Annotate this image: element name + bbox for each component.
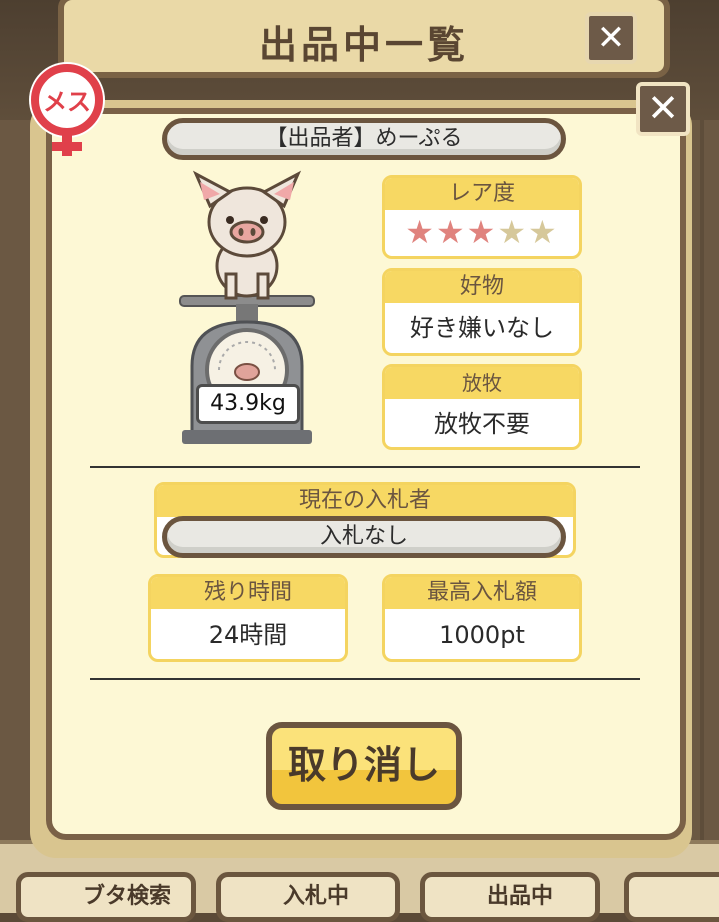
nav-listing-button[interactable]: 出品中 (420, 872, 600, 922)
highest-bid-label: 最高入札額 (385, 577, 579, 609)
gender-badge-label: メス (43, 88, 91, 116)
star-empty-icon: ★ (497, 213, 529, 251)
nav-recycle-button[interactable] (624, 872, 719, 922)
section-divider (90, 466, 640, 468)
remaining-time-label: 残り時間 (151, 577, 345, 609)
rarity-stars: ★★★★★ (385, 210, 579, 254)
screen-title: 出品中一覧 (258, 23, 469, 67)
cancel-listing-button[interactable]: 取り消し (266, 722, 462, 810)
favorite-food-label: 好物 (385, 271, 579, 303)
grazing-card: 放牧 放牧不要 (382, 364, 582, 450)
current-bidder-label: 現在の入札者 (157, 485, 573, 517)
favorite-food-card: 好物 好き嫌いなし (382, 268, 582, 356)
nav-bidding-label: 入札中 (283, 884, 350, 909)
pig-weight-readout: 43.9kg (196, 384, 300, 424)
star-empty-icon: ★ (528, 213, 559, 251)
nav-listing-label: 出品中 (487, 884, 554, 909)
screen-close-icon[interactable]: ✕ (585, 12, 637, 64)
current-bidder-value: 入札なし (162, 516, 566, 558)
section-divider (90, 678, 640, 680)
favorite-food-value: 好き嫌いなし (410, 314, 554, 342)
nav-bidding-button[interactable]: 入札中 (216, 872, 400, 922)
screen-title-bar: 出品中一覧 (58, 0, 670, 78)
rarity-label: レア度 (385, 178, 579, 210)
nav-search-label: ブタ検索 (83, 884, 172, 909)
nav-search-button[interactable]: ブタ検索 (16, 872, 196, 922)
rarity-card: レア度 ★★★★★ (382, 175, 582, 259)
highest-bid-value: 1000pt (439, 621, 525, 649)
star-filled-icon: ★ (466, 213, 498, 251)
seller-name-pill: 【出品者】めーぷる (162, 118, 566, 160)
female-gender-icon: メス (29, 62, 105, 156)
star-filled-icon: ★ (435, 213, 467, 251)
remaining-time-card: 残り時間 24時間 (148, 574, 348, 662)
grazing-value: 放牧不要 (434, 410, 530, 438)
remaining-time-value: 24時間 (208, 621, 288, 649)
star-filled-icon: ★ (405, 213, 436, 251)
highest-bid-card: 最高入札額 1000pt (382, 574, 582, 662)
dialog-close-icon[interactable]: ✕ (636, 82, 690, 136)
grazing-label: 放牧 (385, 367, 579, 399)
